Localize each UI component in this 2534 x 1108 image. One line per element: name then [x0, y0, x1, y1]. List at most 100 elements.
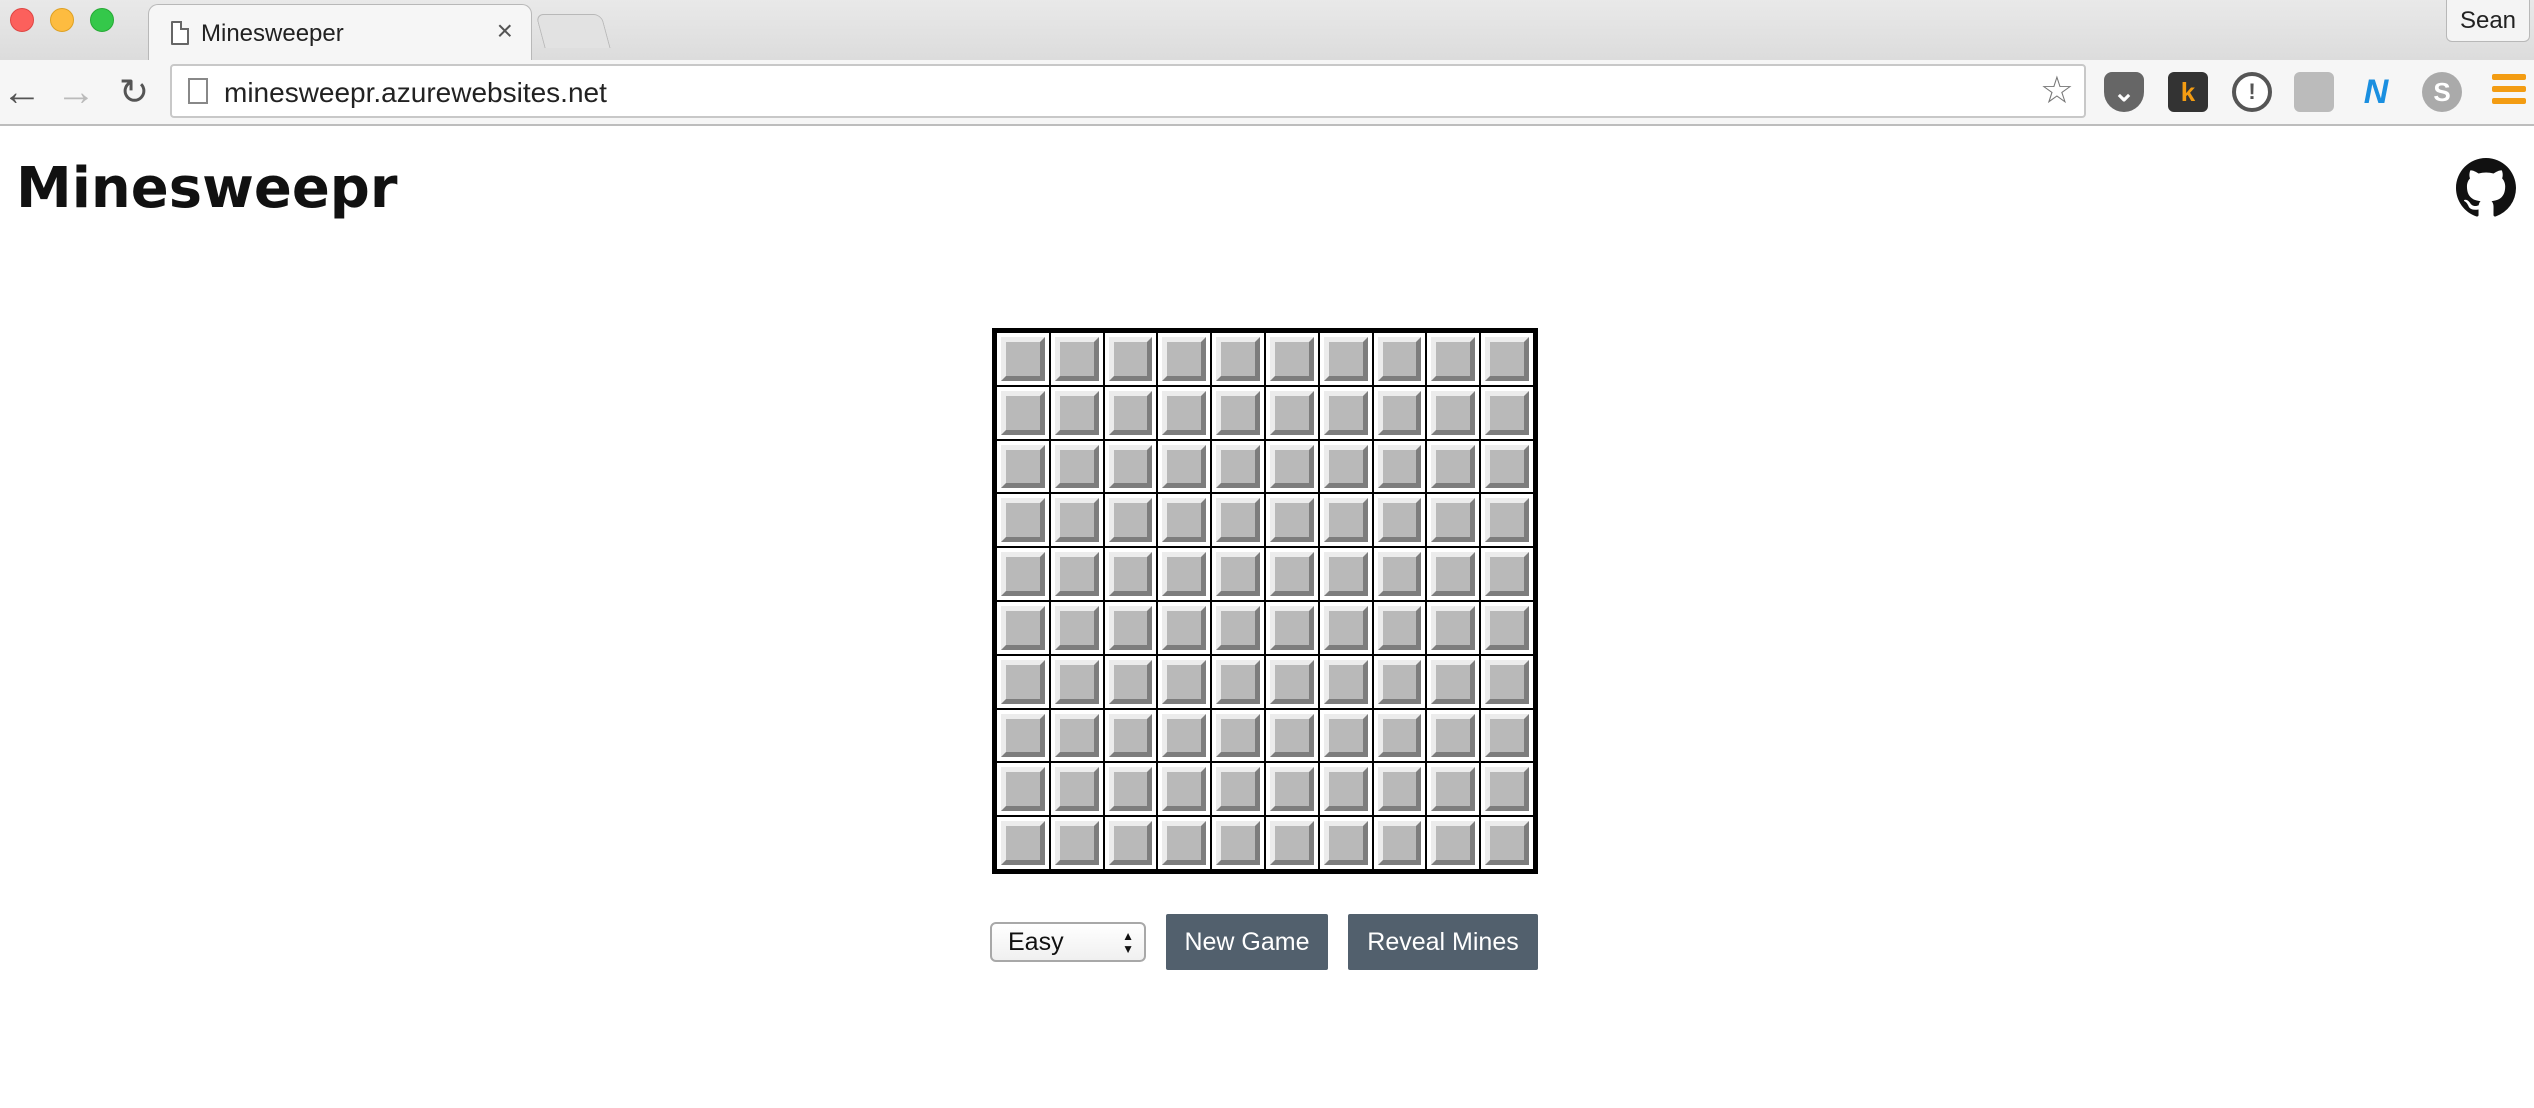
board-cell[interactable]	[1050, 709, 1103, 762]
board-cell[interactable]	[1050, 655, 1103, 708]
board-cell[interactable]	[1104, 763, 1157, 816]
board-cell[interactable]	[1373, 655, 1426, 708]
board-cell[interactable]	[1212, 440, 1264, 493]
board-cell[interactable]	[1319, 763, 1372, 816]
board-cell[interactable]	[1050, 494, 1103, 547]
board-cell[interactable]	[1319, 601, 1372, 654]
board-cell[interactable]	[1319, 655, 1372, 708]
board-cell[interactable]	[1212, 494, 1264, 547]
board-cell[interactable]	[1427, 548, 1480, 600]
browser-tab[interactable]: Minesweeper ×	[148, 4, 532, 62]
board-cell[interactable]	[1158, 601, 1211, 654]
board-cell[interactable]	[997, 763, 1049, 816]
board-cell[interactable]	[1158, 333, 1211, 385]
board-cell[interactable]	[1319, 817, 1372, 869]
board-cell[interactable]	[1212, 709, 1264, 762]
board-cell[interactable]	[1104, 494, 1157, 547]
board-cell[interactable]	[1481, 763, 1533, 816]
board-cell[interactable]	[1427, 709, 1480, 762]
profile-button[interactable]: Sean	[2446, 0, 2530, 42]
board-cell[interactable]	[1104, 333, 1157, 385]
board-cell[interactable]	[1158, 494, 1211, 547]
board-cell[interactable]	[1050, 333, 1103, 385]
board-cell[interactable]	[1104, 655, 1157, 708]
board-cell[interactable]	[997, 655, 1049, 708]
board-cell[interactable]	[1158, 817, 1211, 869]
board-cell[interactable]	[1104, 548, 1157, 600]
board-cell[interactable]	[1158, 440, 1211, 493]
board-cell[interactable]	[1427, 386, 1480, 439]
board-cell[interactable]	[1104, 440, 1157, 493]
board-cell[interactable]	[1212, 386, 1264, 439]
address-bar[interactable]: minesweepr.azurewebsites.net ☆	[170, 64, 2086, 118]
board-cell[interactable]	[997, 386, 1049, 439]
board-cell[interactable]	[1481, 709, 1533, 762]
board-cell[interactable]	[1265, 655, 1318, 708]
url-text[interactable]: minesweepr.azurewebsites.net	[224, 77, 607, 109]
board-cell[interactable]	[1319, 333, 1372, 385]
board-cell[interactable]	[1050, 601, 1103, 654]
board-cell[interactable]	[1104, 386, 1157, 439]
board-cell[interactable]	[1481, 333, 1533, 385]
new-game-button[interactable]: New Game	[1166, 914, 1328, 970]
board-cell[interactable]	[997, 817, 1049, 869]
board-cell[interactable]	[1212, 655, 1264, 708]
board-cell[interactable]	[1265, 763, 1318, 816]
close-window-button[interactable]	[10, 8, 34, 32]
board-cell[interactable]	[1481, 548, 1533, 600]
board-cell[interactable]	[1373, 548, 1426, 600]
board-cell[interactable]	[1427, 440, 1480, 493]
onepassword-icon[interactable]: !	[2232, 72, 2272, 112]
browser-menu-icon[interactable]	[2492, 74, 2526, 110]
bookmark-star-icon[interactable]: ☆	[2040, 70, 2074, 112]
board-cell[interactable]	[997, 333, 1049, 385]
board-cell[interactable]	[1427, 763, 1480, 816]
board-cell[interactable]	[1265, 548, 1318, 600]
board-cell[interactable]	[1158, 709, 1211, 762]
board-cell[interactable]	[1050, 386, 1103, 439]
github-icon[interactable]	[2456, 158, 2516, 218]
board-cell[interactable]	[1104, 709, 1157, 762]
board-cell[interactable]	[1158, 548, 1211, 600]
close-tab-icon[interactable]: ×	[497, 15, 513, 46]
board-cell[interactable]	[1373, 386, 1426, 439]
board-cell[interactable]	[1104, 601, 1157, 654]
board-cell[interactable]	[1373, 440, 1426, 493]
board-cell[interactable]	[1427, 333, 1480, 385]
board-cell[interactable]	[1265, 440, 1318, 493]
board-cell[interactable]	[1373, 763, 1426, 816]
board-cell[interactable]	[997, 709, 1049, 762]
board-cell[interactable]	[1050, 548, 1103, 600]
board-cell[interactable]	[1158, 655, 1211, 708]
maximize-window-button[interactable]	[90, 8, 114, 32]
board-cell[interactable]	[1158, 763, 1211, 816]
board-cell[interactable]	[1050, 763, 1103, 816]
board-cell[interactable]	[1373, 709, 1426, 762]
board-cell[interactable]	[1319, 386, 1372, 439]
board-cell[interactable]	[1050, 817, 1103, 869]
board-cell[interactable]	[1265, 333, 1318, 385]
board-cell[interactable]	[1481, 817, 1533, 869]
minimize-window-button[interactable]	[50, 8, 74, 32]
back-arrow-icon[interactable]: ←	[0, 70, 44, 114]
reveal-mines-button[interactable]: Reveal Mines	[1348, 914, 1538, 970]
forward-arrow-icon[interactable]: →	[54, 70, 98, 114]
board-cell[interactable]	[1319, 494, 1372, 547]
board-cell[interactable]	[1319, 709, 1372, 762]
board-cell[interactable]	[1265, 386, 1318, 439]
board-cell[interactable]	[1481, 601, 1533, 654]
pocket-icon[interactable]: ⌄	[2104, 72, 2144, 112]
board-cell[interactable]	[997, 548, 1049, 600]
board-cell[interactable]	[1427, 601, 1480, 654]
board-cell[interactable]	[997, 494, 1049, 547]
copy-extension-icon[interactable]	[2294, 72, 2334, 112]
board-cell[interactable]	[1373, 494, 1426, 547]
board-cell[interactable]	[1427, 494, 1480, 547]
board-cell[interactable]	[1373, 333, 1426, 385]
board-cell[interactable]	[1212, 601, 1264, 654]
n-extension-icon[interactable]: N	[2356, 72, 2396, 112]
board-cell[interactable]	[1158, 386, 1211, 439]
board-cell[interactable]	[1373, 817, 1426, 869]
reload-icon[interactable]: ↻	[112, 70, 156, 114]
skype-icon[interactable]: S	[2422, 72, 2462, 112]
